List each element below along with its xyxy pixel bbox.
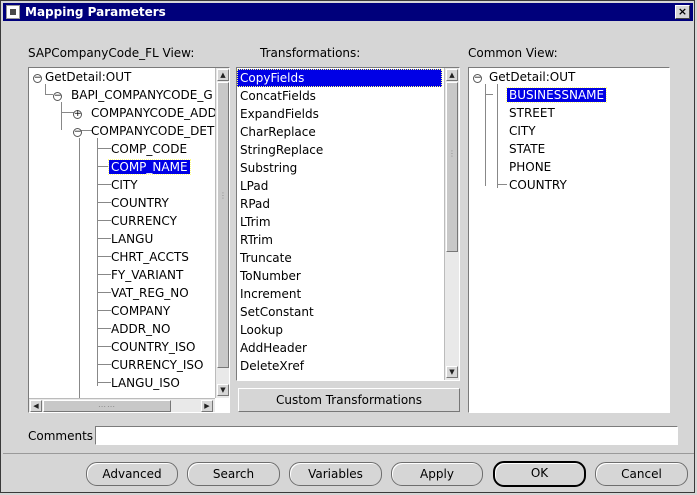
list-item-expandfields[interactable]: ExpandFields bbox=[237, 105, 319, 123]
middle-scroll-thumb[interactable]: ⋮⋮ bbox=[446, 82, 459, 252]
tree-leaf-addr-no[interactable]: ADDR_NO bbox=[111, 320, 170, 338]
title-bar[interactable]: Mapping Parameters × bbox=[3, 3, 693, 21]
scroll-up-icon[interactable]: ▲ bbox=[217, 69, 229, 81]
left-horizontal-scrollbar[interactable]: ◀ ⋯⋯ ▶ bbox=[29, 398, 215, 412]
tree-leaf-state[interactable]: STATE bbox=[509, 140, 545, 158]
tree-leaf-country[interactable]: COUNTRY bbox=[509, 176, 567, 194]
tree-leaf-langu[interactable]: LANGU bbox=[111, 230, 153, 248]
ok-button[interactable]: OK bbox=[493, 461, 586, 487]
list-item-copyfields[interactable]: CopyFields bbox=[237, 69, 442, 87]
collapse-icon[interactable]: − bbox=[33, 74, 42, 83]
collapse-icon[interactable]: − bbox=[53, 92, 62, 101]
list-item-lpad[interactable]: LPad bbox=[237, 177, 268, 195]
tree-leaf-comp-name[interactable]: COMP_NAME bbox=[108, 158, 191, 176]
tree-leaf-street[interactable]: STREET bbox=[509, 104, 555, 122]
tree-node-bapi-companycode[interactable]: BAPI_COMPANYCODE_G bbox=[71, 86, 213, 104]
tree-leaf-city[interactable]: CITY bbox=[111, 176, 138, 194]
tree-leaf-city[interactable]: CITY bbox=[509, 122, 536, 140]
list-item-tonumber[interactable]: ToNumber bbox=[237, 267, 301, 285]
tree-leaf-vat-reg-no[interactable]: VAT_REG_NO bbox=[111, 284, 189, 302]
search-button[interactable]: Search bbox=[187, 462, 280, 486]
expand-icon[interactable]: + bbox=[73, 110, 82, 119]
sap-view-tree[interactable]: − GetDetail:OUT − BAPI_COMPANYCODE_G + C… bbox=[28, 67, 230, 413]
list-item-truncate[interactable]: Truncate bbox=[237, 249, 292, 267]
list-item-increment[interactable]: Increment bbox=[237, 285, 301, 303]
tree-leaf-comp-code[interactable]: COMP_CODE bbox=[111, 140, 187, 158]
left-panel-label: SAPCompanyCode_FL View: bbox=[28, 46, 195, 60]
tree-leaf-fy-variant[interactable]: FY_VARIANT bbox=[111, 266, 183, 284]
common-view-tree[interactable]: − GetDetail:OUT BUSINESSNAME STREET CITY… bbox=[468, 67, 670, 413]
scroll-right-icon[interactable]: ▶ bbox=[201, 400, 213, 412]
grip-icon: ⋮⋮ bbox=[219, 191, 229, 200]
left-scroll-thumb[interactable]: ⋮⋮ bbox=[217, 82, 229, 368]
close-button[interactable]: × bbox=[675, 5, 690, 19]
tree-node-companycode-add[interactable]: COMPANYCODE_ADD bbox=[91, 104, 217, 122]
comments-input[interactable] bbox=[95, 426, 678, 445]
grip-icon: ⋮⋮ bbox=[448, 149, 459, 158]
middle-vertical-scrollbar[interactable]: ▲ ⋮⋮ ▼ bbox=[444, 68, 459, 380]
grip-icon: ⋯⋯ bbox=[98, 402, 116, 411]
left-hscroll-thumb[interactable]: ⋯⋯ bbox=[43, 400, 171, 412]
advanced-button[interactable]: Advanced bbox=[86, 462, 178, 486]
scroll-down-icon[interactable]: ▼ bbox=[217, 384, 229, 396]
list-item-substring[interactable]: Substring bbox=[237, 159, 297, 177]
tree-node-companycode-det[interactable]: COMPANYCODE_DET bbox=[91, 122, 214, 140]
mapping-parameters-dialog: Mapping Parameters × SAPCompanyCode_FL V… bbox=[0, 0, 695, 493]
right-panel-label: Common View: bbox=[468, 46, 558, 60]
tree-leaf-currency-iso[interactable]: CURRENCY_ISO bbox=[111, 356, 204, 374]
list-item-setconstant[interactable]: SetConstant bbox=[237, 303, 314, 321]
variables-button[interactable]: Variables bbox=[289, 462, 382, 486]
tree-leaf-businessname-label: BUSINESSNAME bbox=[505, 87, 608, 103]
list-item-rpad[interactable]: RPad bbox=[237, 195, 270, 213]
middle-panel-label: Transformations: bbox=[260, 46, 361, 60]
list-item-addheader[interactable]: AddHeader bbox=[237, 339, 307, 357]
apply-button[interactable]: Apply bbox=[391, 462, 483, 486]
list-item-concatfields[interactable]: ConcatFields bbox=[237, 87, 316, 105]
transformations-list[interactable]: CopyFields ConcatFields ExpandFields Cha… bbox=[236, 67, 460, 381]
tree-leaf-comp-name-label: COMP_NAME bbox=[108, 159, 191, 175]
tree-leaf-currency[interactable]: CURRENCY bbox=[111, 212, 177, 230]
tree-leaf-chrt-accts[interactable]: CHRT_ACCTS bbox=[111, 248, 189, 266]
list-item-charreplace[interactable]: CharReplace bbox=[237, 123, 316, 141]
list-item-stringreplace[interactable]: StringReplace bbox=[237, 141, 323, 159]
list-item-deletexref[interactable]: DeleteXref bbox=[237, 357, 304, 375]
scroll-down-icon[interactable]: ▼ bbox=[446, 366, 458, 378]
tree-leaf-company[interactable]: COMPANY bbox=[111, 302, 170, 320]
app-icon bbox=[6, 5, 20, 19]
cancel-button[interactable]: Cancel bbox=[595, 462, 688, 486]
left-vertical-scrollbar[interactable]: ▲ ⋮⋮ ▼ bbox=[215, 68, 229, 398]
list-item-lookup[interactable]: Lookup bbox=[237, 321, 283, 339]
list-item-ltrim[interactable]: LTrim bbox=[237, 213, 271, 231]
tree-leaf-businessname[interactable]: BUSINESSNAME bbox=[505, 86, 608, 104]
tree-leaf-langu-iso[interactable]: LANGU_ISO bbox=[111, 374, 180, 392]
tree-leaf-country[interactable]: COUNTRY bbox=[111, 194, 169, 212]
collapse-icon[interactable]: − bbox=[473, 74, 482, 83]
list-item-rtrim[interactable]: RTrim bbox=[237, 231, 273, 249]
tree-leaf-country-iso[interactable]: COUNTRY_ISO bbox=[111, 338, 195, 356]
collapse-icon[interactable]: − bbox=[73, 128, 82, 137]
tree-node-getdetail-out[interactable]: GetDetail:OUT bbox=[45, 68, 131, 86]
comments-label: Comments bbox=[28, 429, 94, 443]
custom-transformations-button[interactable]: Custom Transformations bbox=[238, 388, 460, 412]
tree-leaf-phone[interactable]: PHONE bbox=[509, 158, 551, 176]
scroll-up-icon[interactable]: ▲ bbox=[446, 69, 458, 81]
tree-node-getdetail-out[interactable]: GetDetail:OUT bbox=[489, 68, 575, 86]
footer-divider bbox=[3, 453, 694, 454]
scroll-left-icon[interactable]: ◀ bbox=[30, 400, 42, 412]
window-title: Mapping Parameters bbox=[25, 5, 166, 19]
